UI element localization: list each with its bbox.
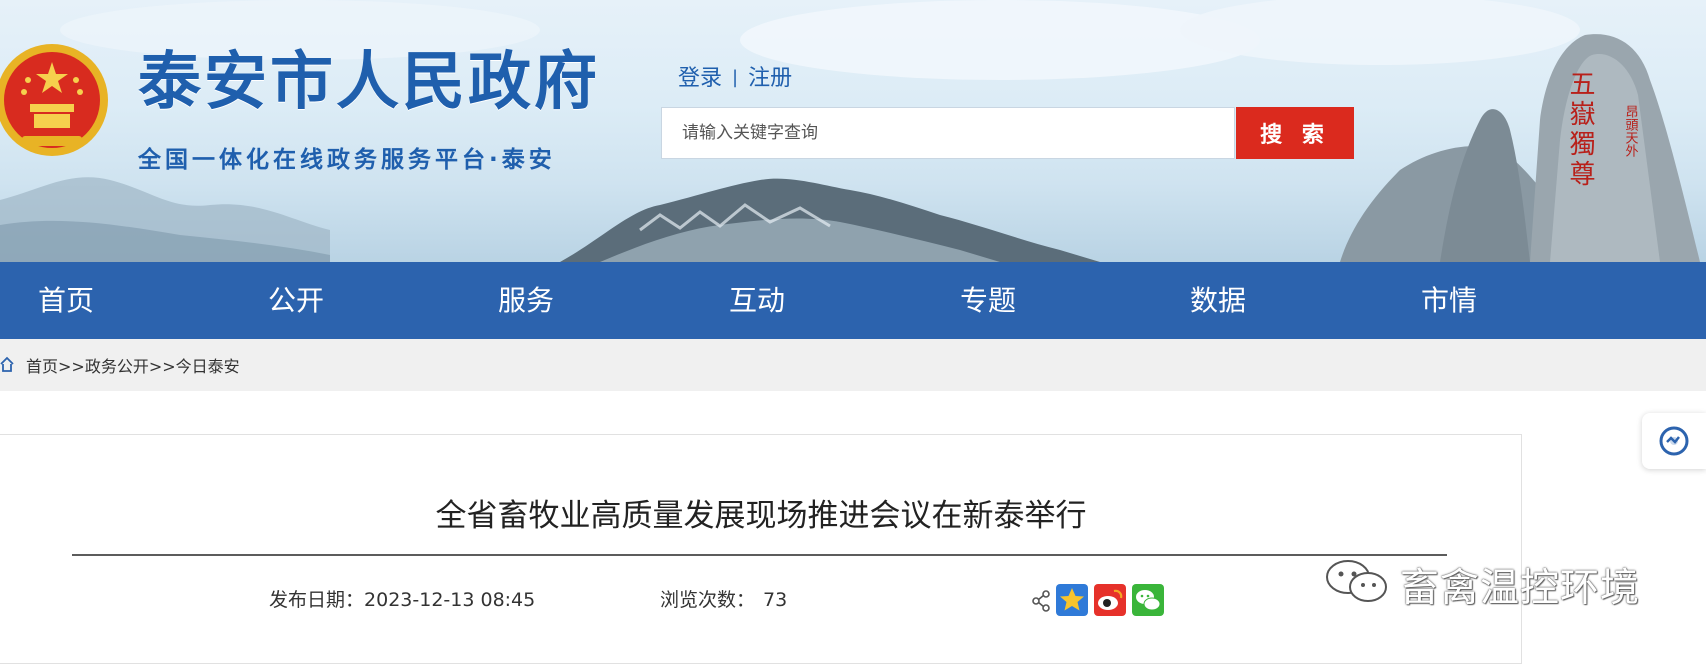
nav-item-city-info[interactable]: 市情 xyxy=(1421,262,1477,339)
assistant-icon xyxy=(1659,426,1689,456)
nav-item-data[interactable]: 数据 xyxy=(1190,262,1246,339)
site-subtitle: 全国一体化在线政务服务平台·泰安 xyxy=(138,147,556,173)
view-count: 浏览次数： 73 xyxy=(660,585,787,612)
nav-item-service[interactable]: 服务 xyxy=(498,262,554,339)
auth-separator: | xyxy=(732,67,739,88)
wechat-logo-icon xyxy=(1326,560,1387,602)
main-nav: 首页 公开 服务 互动 专题 数据 市情 xyxy=(0,262,1706,339)
search-bar: 搜 索 xyxy=(661,107,1354,159)
home-icon[interactable] xyxy=(0,355,14,373)
watermark-text: 畜禽温控环境 xyxy=(1400,566,1641,611)
wechat-icon[interactable] xyxy=(1132,584,1164,616)
national-emblem-icon xyxy=(0,44,108,156)
breadcrumb: 首页>>政务公开>>今日泰安 xyxy=(0,339,1706,391)
register-link[interactable]: 注册 xyxy=(748,66,792,91)
qzone-icon[interactable] xyxy=(1056,584,1088,616)
weibo-icon[interactable] xyxy=(1094,584,1126,616)
share-icon[interactable] xyxy=(1030,582,1052,618)
header-banner: 五嶽獨尊 昂頭天外 泰安市人民政府 全国一体化在线政务服务平台·泰安 登录 | 注册… xyxy=(0,0,1706,262)
floating-assistant-button[interactable] xyxy=(1642,413,1706,469)
nav-item-open[interactable]: 公开 xyxy=(268,262,324,339)
login-link[interactable]: 登录 xyxy=(678,66,722,91)
auth-links: 登录 | 注册 xyxy=(678,60,792,92)
nav-item-interaction[interactable]: 互动 xyxy=(729,262,785,339)
publish-date-label: 发布日期： xyxy=(269,589,365,611)
breadcrumb-text[interactable]: 首页>>政务公开>>今日泰安 xyxy=(26,353,240,377)
publish-date: 发布日期：2023-12-13 08:45 xyxy=(269,585,535,612)
search-button[interactable]: 搜 索 xyxy=(1236,107,1354,159)
nav-item-home[interactable]: 首页 xyxy=(38,262,94,339)
article-title: 全省畜牧业高质量发展现场推进会议在新泰举行 xyxy=(435,498,1087,534)
view-count-label: 浏览次数： xyxy=(660,589,756,611)
nav-item-topics[interactable]: 专题 xyxy=(960,262,1016,339)
inscription-text: 五嶽獨尊 xyxy=(1565,70,1595,190)
inscription-small-text: 昂頭天外 xyxy=(1623,105,1639,157)
site-title: 泰安市人民政府 xyxy=(138,44,600,118)
article-card xyxy=(0,434,1522,664)
title-divider xyxy=(72,554,1447,556)
publish-date-value: 2023-12-13 08:45 xyxy=(364,589,536,611)
search-input[interactable] xyxy=(661,107,1235,159)
view-count-value: 73 xyxy=(763,589,788,611)
